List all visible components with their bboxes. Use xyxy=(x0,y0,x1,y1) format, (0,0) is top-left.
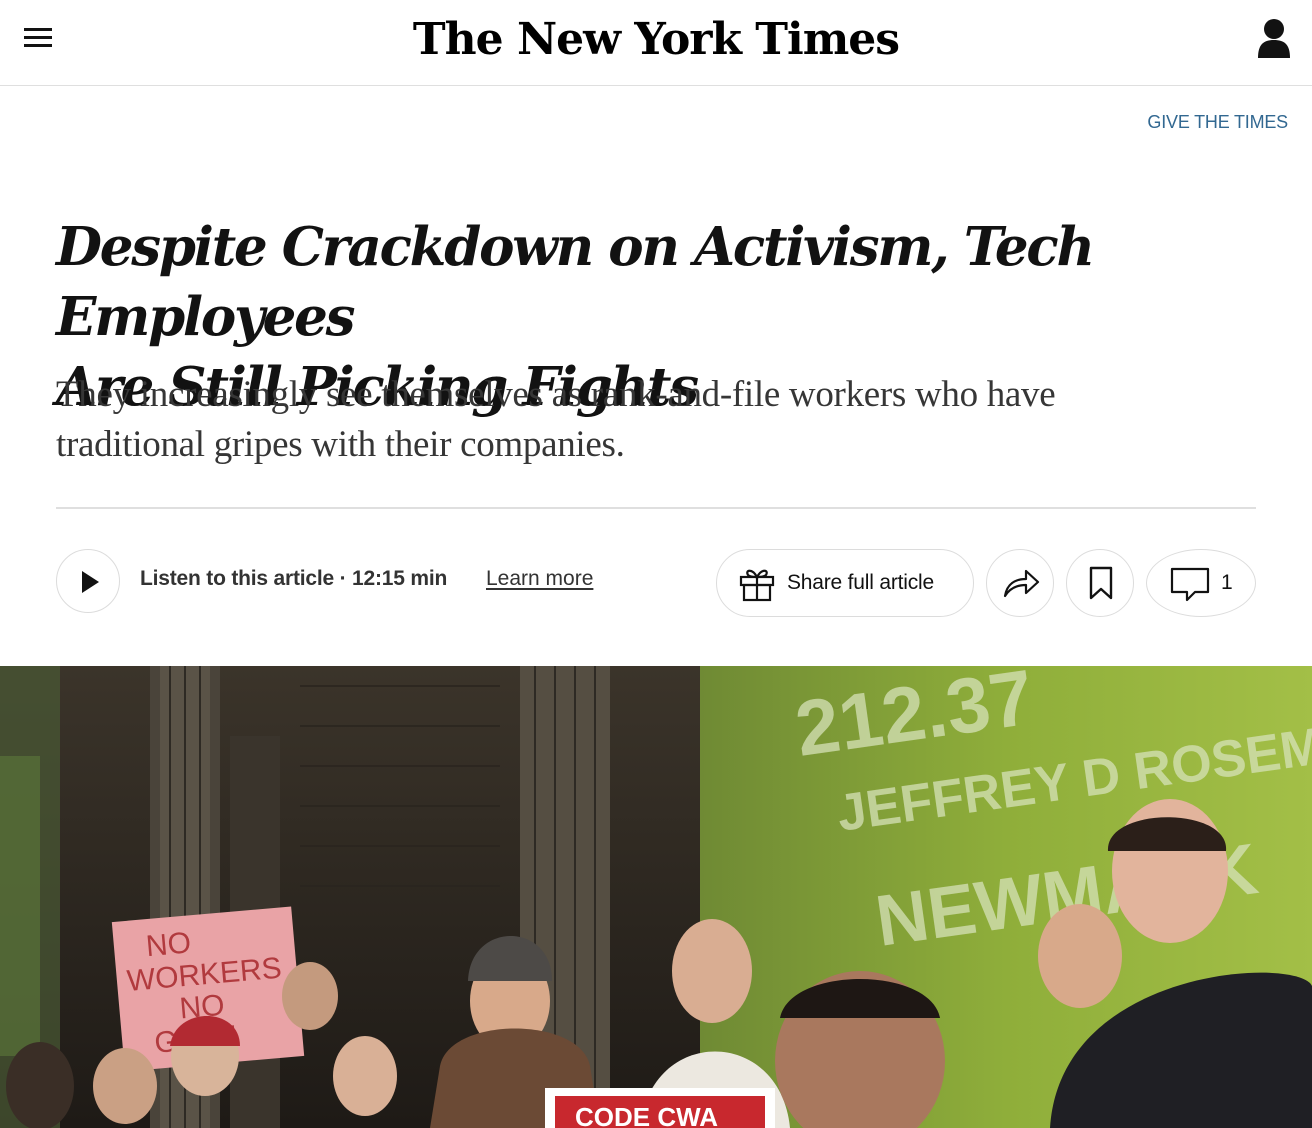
summary-line-2: traditional gripes with their companies. xyxy=(56,424,625,465)
share-full-article-button[interactable]: Share full article xyxy=(716,549,974,617)
bookmark-icon xyxy=(1089,566,1113,600)
play-audio-button[interactable] xyxy=(56,549,120,613)
comment-icon xyxy=(1170,567,1210,602)
masthead: The New York Times xyxy=(0,0,1312,86)
summary-line-1: They increasingly see themselves as rank… xyxy=(56,374,1056,415)
headline-line-1: Despite Crackdown on Activism, Tech Empl… xyxy=(56,216,1095,348)
sign-line-1: NO xyxy=(145,926,193,963)
user-account-icon[interactable] xyxy=(1256,18,1292,60)
save-bookmark-button[interactable] xyxy=(1066,549,1134,617)
play-icon xyxy=(82,571,99,593)
share-button[interactable] xyxy=(986,549,1054,617)
share-arrow-icon xyxy=(1003,569,1040,598)
comment-count: 1 xyxy=(1221,571,1233,594)
header-divider xyxy=(56,507,1256,509)
learn-more-link[interactable]: Learn more xyxy=(486,567,593,591)
gift-icon xyxy=(738,565,776,608)
comments-button[interactable]: 1 xyxy=(1146,549,1256,617)
nyt-logo[interactable]: The New York Times xyxy=(0,12,1312,68)
banner-text: CODE CWA xyxy=(575,1102,718,1128)
lead-photo: 212.37 JEFFREY D ROSEM NEWMARK NO WORKER… xyxy=(0,666,1312,1128)
listen-duration-label: Listen to this article · 12:15 min xyxy=(140,567,448,590)
article-summary: They increasingly see themselves as rank… xyxy=(56,370,1256,470)
share-full-article-label: Share full article xyxy=(787,571,934,594)
give-the-times-link[interactable]: GIVE THE TIMES xyxy=(1147,112,1288,133)
